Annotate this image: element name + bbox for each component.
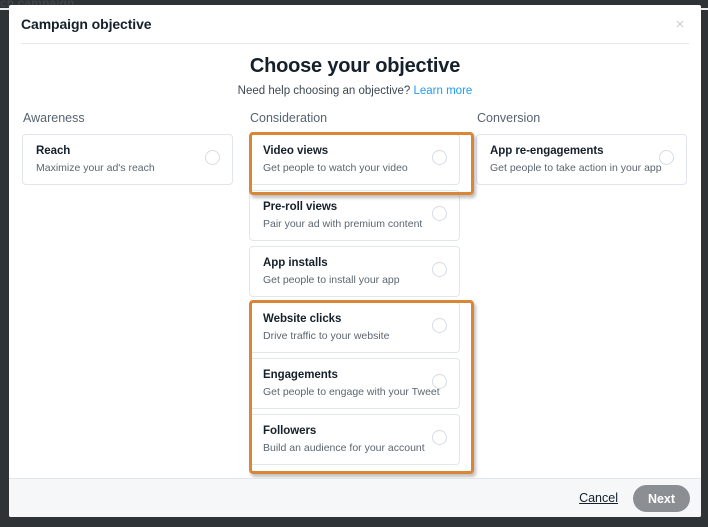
objective-radio-website-clicks[interactable] (432, 318, 447, 333)
objective-column-consideration: Consideration Video views Get people to … (249, 111, 460, 470)
close-icon[interactable]: × (667, 11, 693, 37)
objective-radio-pre-roll-views[interactable] (432, 206, 447, 221)
modal-body: Choose your objective Need help choosing… (9, 44, 701, 478)
objective-radio-engagements[interactable] (432, 374, 447, 389)
help-text: Need help choosing an objective? Learn m… (9, 85, 701, 97)
objective-card-website-clicks[interactable]: Website clicks Drive traffic to your web… (249, 302, 460, 353)
objective-card-app-installs[interactable]: App installs Get people to install your … (249, 246, 460, 297)
column-heading: Awareness (23, 111, 85, 125)
modal-footer: Cancel Next (9, 478, 701, 517)
objective-card-reach[interactable]: Reach Maximize your ad's reach (22, 134, 233, 185)
objective-radio-reach[interactable] (205, 150, 220, 165)
next-button[interactable]: Next (633, 485, 690, 512)
objective-card-title: Video views (263, 145, 329, 157)
modal-title: Campaign objective (21, 16, 152, 32)
objective-radio-app-re-engagements[interactable] (659, 150, 674, 165)
learn-more-link[interactable]: Learn more (414, 85, 473, 97)
objective-card-engagements[interactable]: Engagements Get people to engage with yo… (249, 358, 460, 409)
objective-radio-app-installs[interactable] (432, 262, 447, 277)
column-heading: Consideration (250, 111, 328, 125)
campaign-objective-modal: Campaign objective × Choose your objecti… (9, 5, 701, 517)
objective-card-pre-roll-views[interactable]: Pre-roll views Pair your ad with premium… (249, 190, 460, 241)
objective-card-description: Get people to install your app (263, 274, 400, 286)
column-heading: Conversion (477, 111, 541, 125)
objective-card-title: Engagements (263, 369, 338, 381)
objective-card-title: Pre-roll views (263, 201, 338, 213)
objective-card-description: Get people to engage with your Tweet (263, 386, 440, 398)
objective-column-conversion: Conversion App re-engagements Get people… (476, 111, 687, 190)
objective-card-description: Drive traffic to your website (263, 330, 390, 342)
objective-card-video-views[interactable]: Video views Get people to watch your vid… (249, 134, 460, 185)
modal-header: Campaign objective × (9, 5, 701, 43)
page-title: Choose your objective (249, 55, 461, 77)
objective-radio-followers[interactable] (432, 430, 447, 445)
objective-card-description: Build an audience for your account (263, 442, 425, 454)
objective-card-title: Website clicks (263, 313, 342, 325)
objective-card-followers[interactable]: Followers Build an audience for your acc… (249, 414, 460, 465)
help-text-label: Need help choosing an objective? (237, 85, 411, 97)
cancel-button[interactable]: Cancel (579, 491, 618, 505)
objective-column-awareness: Awareness Reach Maximize your ad's reach (22, 111, 233, 190)
objective-card-description: Maximize your ad's reach (36, 162, 155, 174)
objective-card-description: Get people to take action in your app (490, 162, 662, 174)
objective-card-title: Reach (36, 145, 71, 157)
objective-radio-video-views[interactable] (432, 150, 447, 165)
objective-card-app-re-engagements[interactable]: App re-engagements Get people to take ac… (476, 134, 687, 185)
objective-card-description: Get people to watch your video (263, 162, 408, 174)
objective-card-description: Pair your ad with premium content (263, 218, 423, 230)
objective-card-title: App installs (263, 257, 328, 269)
objective-card-title: Followers (263, 425, 317, 437)
objective-card-title: App re-engagements (490, 145, 604, 157)
